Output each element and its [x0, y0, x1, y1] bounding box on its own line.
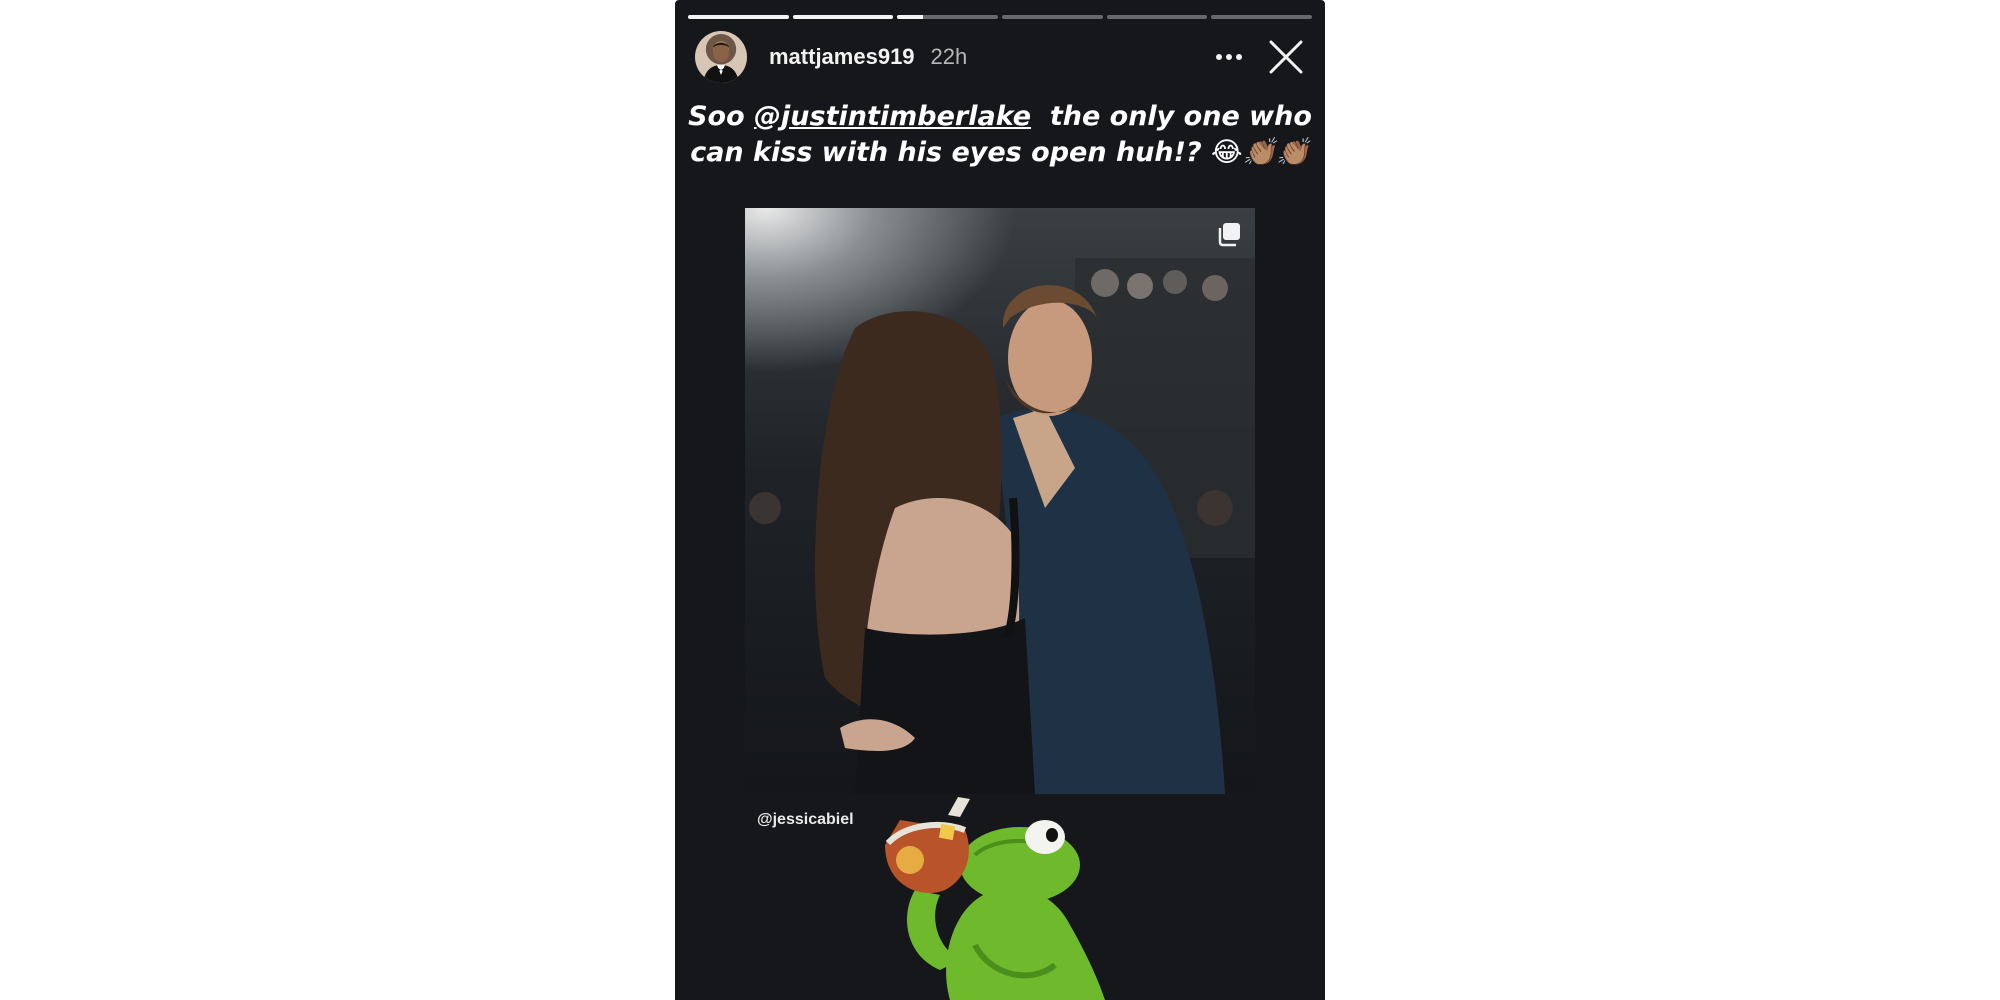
more-options-icon[interactable] — [1207, 35, 1251, 79]
progress-segment — [897, 15, 999, 19]
caption-mention[interactable]: @justintimberlake — [754, 101, 1031, 132]
progress-segment — [792, 15, 894, 19]
caption-line-2: can kiss with his eyes open huh!? 😂👏🏽👏🏽 — [690, 137, 1310, 168]
caption-line-1: Soo @justintimberlake the only one who — [685, 99, 1315, 135]
tagged-user-label[interactable]: @jessicabiel — [757, 811, 854, 829]
post-time: 22h — [930, 44, 968, 69]
avatar[interactable] — [695, 31, 747, 83]
username[interactable]: mattjames919 — [769, 44, 915, 70]
progress-segment — [688, 15, 789, 19]
story-progress-bar — [688, 15, 1313, 19]
close-icon[interactable] — [1265, 36, 1307, 78]
shared-post-photo[interactable] — [745, 208, 1255, 794]
multiple-posts-icon — [1215, 220, 1243, 248]
kermit-tea-sticker[interactable] — [880, 795, 1130, 1000]
caption-line1-rest: the only one who — [1031, 101, 1312, 132]
progress-segment — [1002, 15, 1103, 19]
caption-prefix: Soo — [688, 101, 755, 132]
progress-segment — [1211, 15, 1313, 19]
story-header: mattjames919 22h — [695, 31, 1307, 83]
progress-segment — [1106, 15, 1208, 19]
story-caption: Soo @justintimberlake the only one who c… — [685, 99, 1315, 171]
story-viewer[interactable]: mattjames919 22h Soo @justintimberlake t… — [675, 0, 1325, 1000]
